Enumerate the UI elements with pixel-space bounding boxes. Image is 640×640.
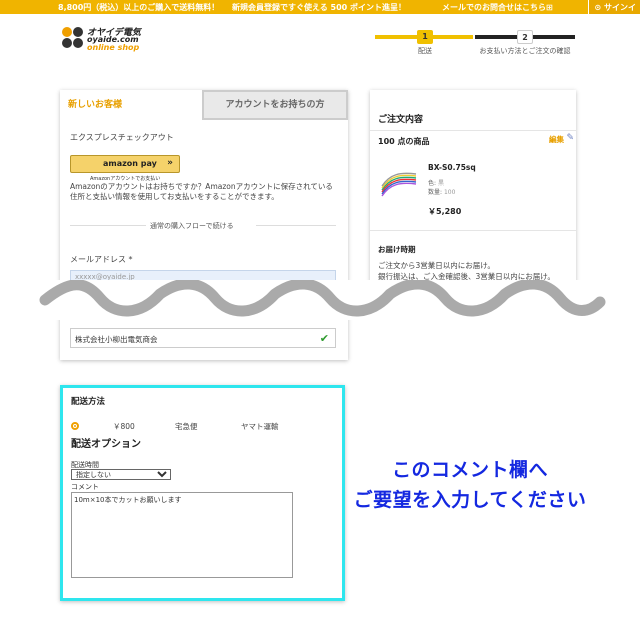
tab-existing-account[interactable]: アカウントをお持ちの方 [202, 90, 348, 120]
cut-separator [0, 280, 640, 320]
signup-points-notice[interactable]: 新規会員登録ですぐ使える 500 ポイント進呈！ [232, 2, 406, 13]
delivery-time-select[interactable]: 指定しない [71, 469, 171, 480]
divider-left [70, 225, 146, 226]
product-color: 色: 黒 [428, 178, 444, 187]
express-checkout-label: エクスプレスチェックアウト [70, 133, 174, 142]
shipping-options-title: 配送オプション [71, 439, 141, 450]
amazon-pay-button[interactable]: amazon pay » [70, 155, 180, 173]
step-2-label: お支払い方法とご注文の確認 [479, 47, 571, 55]
callout-line-2: ご要望を入力してください [353, 489, 587, 511]
order-divider [370, 130, 576, 131]
email-contact-link[interactable]: メールでのお問合せはこちら⊞ [442, 2, 553, 13]
delivery-title: お届け時期 [378, 245, 416, 254]
logo-text-shop: online shop [87, 43, 140, 52]
checkmark-icon: ✔ [319, 332, 329, 345]
step-1-label: 配送 [418, 47, 432, 55]
product-price: ￥5,280 [428, 207, 462, 216]
order-summary-card: ご注文内容 100 点の商品 編集 ✎ BX-S0.75sq 色: 黒 数量: … [370, 90, 576, 300]
amazon-pay-label: amazon pay [103, 159, 157, 168]
comment-textarea[interactable]: 10m×10本でカットお願いします [71, 492, 293, 578]
promo-bar: 8,800円（税込）以上のご購入で送料無料！ 新規会員登録ですぐ使える 500 … [0, 0, 640, 14]
email-label: メールアドレス * [70, 255, 133, 264]
color-label: 色: [428, 180, 437, 187]
quantity-value: 100 [443, 189, 456, 196]
shipping-price: ￥800 [113, 422, 135, 431]
signin-link[interactable]: ⊙ サインイ [587, 0, 640, 14]
company-name-field[interactable]: 株式会社小柳出電気商会 ✔ [70, 328, 336, 348]
divider-text: 通常の購入フローで続ける [150, 222, 234, 230]
checkout-progress: 1 2 配送 お支払い方法とご注文の確認 [375, 30, 575, 70]
pencil-icon[interactable]: ✎ [566, 133, 574, 143]
shipping-carrier: ヤマト運輸 [241, 422, 279, 431]
divider-right [256, 225, 336, 226]
amazon-pay-subtitle: Amazonアカウントでお支払い [90, 176, 161, 182]
shipping-service: 宅急便 [175, 422, 198, 431]
product-thumbnail [381, 172, 417, 197]
amazon-pay-description: Amazonのアカウントはお持ちですか？Amazonアカウントに保存されている住… [70, 182, 333, 201]
quantity-label: 数量: [428, 189, 443, 196]
delivery-line-1: ご注文から3営業日以内にお届け。 [378, 261, 495, 270]
edit-cart-link[interactable]: 編集 [549, 134, 564, 145]
order-divider-2 [370, 230, 576, 231]
callout-line-1: このコメント欄へ [391, 459, 548, 481]
step-1-number: 1 [417, 30, 433, 44]
color-value: 黒 [437, 180, 444, 187]
company-name-value: 株式会社小柳出電気商会 [75, 335, 158, 344]
comment-label: コメント [71, 483, 99, 491]
product-quantity: 数量: 100 [428, 187, 455, 196]
step-2-number: 2 [517, 30, 533, 44]
product-name: BX-S0.75sq [428, 163, 476, 172]
double-chevron-right-icon: » [167, 158, 173, 168]
tab-new-customer[interactable]: 新しいお客様 [60, 90, 202, 120]
logo-mark-icon [62, 27, 84, 49]
order-summary-title: ご注文内容 [378, 115, 424, 125]
free-shipping-notice: 8,800円（税込）以上のご購入で送料無料！ [58, 3, 220, 12]
shipping-method-title: 配送方法 [71, 397, 106, 407]
site-logo[interactable]: オヤイデ電気 oyaide.com online shop [62, 24, 162, 54]
item-count: 100 点の商品 [378, 137, 430, 146]
shipping-method-radio[interactable] [71, 422, 79, 430]
